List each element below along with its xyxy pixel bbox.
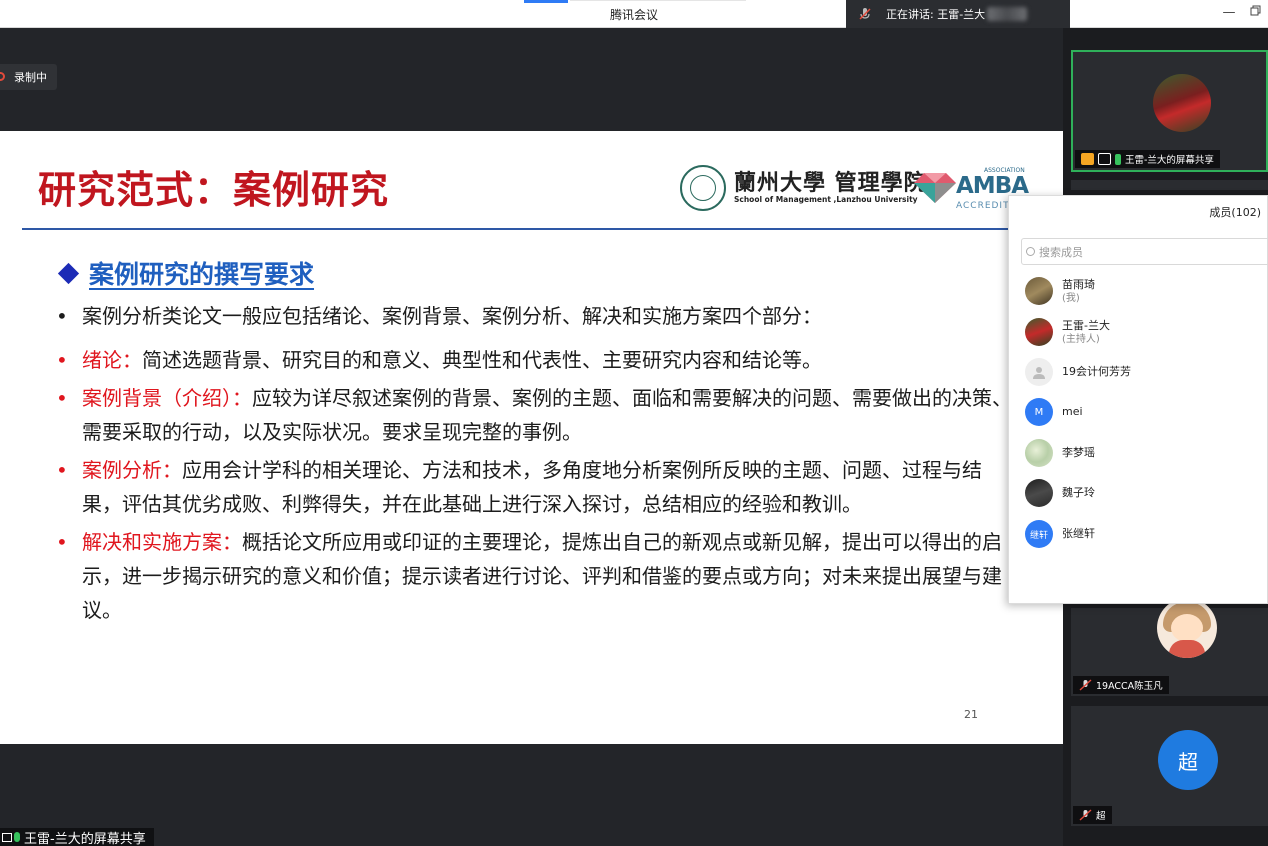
video-tile-participant[interactable]: 19ACCA陈玉凡 — [1071, 598, 1268, 696]
screen-share-icon — [2, 832, 12, 842]
member-item[interactable]: 继轩 张继轩 — [1025, 519, 1095, 549]
member-name: 19会计何芳芳 — [1062, 365, 1131, 378]
bullet-icon: • — [56, 458, 68, 482]
main-stage: 录制中 研究范式：案例研究 蘭州大學 管理學院 School of Manage… — [0, 28, 1063, 846]
member-search-input[interactable]: 搜索成员 — [1021, 238, 1268, 265]
bullet-icon: • — [56, 386, 68, 410]
member-name: 张继轩 — [1062, 527, 1095, 540]
microphone-on-icon — [14, 832, 20, 842]
member-avatar: M — [1025, 398, 1053, 426]
member-avatar — [1025, 439, 1053, 467]
blurred-name — [987, 7, 1028, 21]
subheading-text: 案例研究的撰写要求 — [89, 260, 315, 289]
member-name: 苗雨琦 — [1062, 277, 1095, 291]
amba-diamond-icon — [914, 173, 956, 203]
member-avatar — [1025, 277, 1053, 305]
recording-label: 录制中 — [14, 71, 47, 84]
cartoon-avatar — [1157, 598, 1217, 658]
tab-divider — [570, 0, 746, 1]
screen-share-label: 王雷-兰大的屏幕共享 — [0, 828, 154, 846]
default-avatar-icon — [1025, 358, 1053, 386]
list-item: • 绪论：简述选题背景、研究目的和意义、典型性和代表性、主要研究内容和结论等。 — [56, 343, 1016, 377]
bullet-icon: • — [56, 348, 68, 372]
bullet-icon: • — [56, 530, 68, 554]
member-name: mei — [1062, 405, 1083, 418]
recording-badge[interactable]: 录制中 — [0, 64, 57, 90]
member-avatar: 继轩 — [1025, 520, 1053, 548]
minimize-icon[interactable]: — — [1221, 5, 1237, 20]
screen-share-icon — [1098, 153, 1111, 165]
member-item[interactable]: 苗雨琦 (我) — [1025, 276, 1095, 306]
search-placeholder: 搜索成员 — [1039, 245, 1083, 259]
presenter-avatar — [1153, 74, 1211, 132]
initial-avatar: 超 — [1158, 730, 1218, 790]
slide-title: 研究范式：案例研究 — [38, 167, 390, 212]
bullet-icon: • — [56, 304, 68, 328]
university-seal-icon — [680, 165, 726, 211]
video-tile-label: 19ACCA陈玉凡 — [1073, 676, 1169, 694]
item-term: 案例背景（介绍）： — [82, 386, 252, 410]
member-name: 李梦瑶 — [1062, 446, 1095, 459]
title-divider — [22, 228, 1034, 230]
university-name-en: School of Management ,Lanzhou University — [734, 195, 918, 204]
video-tile-participant[interactable]: 超 超 — [1071, 706, 1268, 826]
member-item[interactable]: M mei — [1025, 397, 1083, 427]
search-icon — [1026, 247, 1035, 256]
microphone-on-icon — [1115, 153, 1121, 165]
video-tile-label: 王雷-兰大的屏幕共享 — [1075, 150, 1220, 168]
member-avatar — [1025, 479, 1053, 507]
member-avatar — [1025, 318, 1053, 346]
intro-paragraph: • 案例分析类论文一般应包括绪论、案例背景、案例分析、解决和实施方案四个部分： — [56, 299, 1016, 333]
item-term: 解决和实施方案： — [82, 530, 242, 554]
list-item: • 案例分析：应用会计学科的相关理论、方法和技术，多角度地分析案例所反映的主题、… — [56, 453, 1016, 521]
item-term: 案例分析： — [82, 458, 182, 482]
member-item[interactable]: 19会计何芳芳 — [1025, 357, 1131, 387]
restore-icon[interactable] — [1247, 5, 1263, 20]
video-tile-presenter[interactable]: 王雷-兰大的屏幕共享 — [1071, 50, 1268, 172]
video-tile-hidden[interactable] — [1071, 180, 1268, 190]
member-name: 王雷-兰大 — [1062, 318, 1110, 332]
recording-dot-icon — [0, 72, 5, 81]
university-name-cn: 蘭州大學 管理學院 — [734, 170, 927, 196]
slide-page-number: 21 — [964, 708, 978, 721]
microphone-muted-icon — [1079, 809, 1092, 821]
list-item: • 解决和实施方案：概括论文所应用或印证的主要理论，提炼出自己的新观点或新见解，… — [56, 525, 1016, 627]
slide-body: • 案例分析类论文一般应包括绪论、案例背景、案例分析、解决和实施方案四个部分： … — [56, 299, 1016, 631]
video-tile-name: 王雷-兰大的屏幕共享 — [1125, 155, 1214, 166]
university-logo: 蘭州大學 管理學院 School of Management ,Lanzhou … — [680, 163, 1030, 215]
item-text: 应用会计学科的相关理论、方法和技术，多角度地分析案例所反映的主题、问题、过程与结… — [82, 458, 982, 516]
window-title: 腾讯会议 — [609, 8, 658, 22]
member-item[interactable]: 王雷-兰大 (主持人) — [1025, 317, 1110, 347]
video-tile-label: 超 — [1073, 806, 1112, 824]
title-bar: 腾讯会议 正在讲话: 王雷-兰大 — — [0, 0, 1268, 28]
video-tile-name: 19ACCA陈玉凡 — [1096, 681, 1163, 692]
screen-share-text: 王雷-兰大的屏幕共享 — [24, 831, 146, 846]
user-icon — [1081, 153, 1094, 165]
list-item: • 案例背景（介绍）：应较为详尽叙述案例的背景、案例的主题、面临和需要解决的问题… — [56, 381, 1016, 449]
active-tab-indicator — [524, 0, 568, 3]
member-role: (主持人) — [1062, 333, 1100, 345]
speaking-indicator: 正在讲话: 王雷-兰大 — [846, 0, 1070, 28]
microphone-icon — [859, 8, 871, 20]
member-name: 魏子玲 — [1062, 486, 1095, 499]
intro-text: 案例分析类论文一般应包括绪论、案例背景、案例分析、解决和实施方案四个部分： — [82, 304, 822, 328]
diamond-bullet-icon — [57, 262, 80, 284]
member-item[interactable]: 魏子玲 — [1025, 478, 1095, 508]
member-role: (我) — [1062, 292, 1080, 304]
item-text: 简述选题背景、研究目的和意义、典型性和代表性、主要研究内容和结论等。 — [142, 348, 822, 372]
microphone-muted-icon — [1079, 679, 1092, 691]
video-tile-name: 超 — [1096, 811, 1106, 822]
shared-slide: 研究范式：案例研究 蘭州大學 管理學院 School of Management… — [0, 131, 1063, 744]
members-panel: 成员(102) 搜索成员 苗雨琦 (我) 王雷-兰大 (主持人) 19会计何芳芳… — [1008, 195, 1268, 604]
members-count: 成员(102) — [1209, 206, 1261, 219]
item-term: 绪论： — [82, 348, 142, 372]
slide-subheading: 案例研究的撰写要求 — [57, 255, 315, 291]
member-item[interactable]: 李梦瑶 — [1025, 438, 1095, 468]
speaking-label: 正在讲话: 王雷-兰大 — [886, 8, 986, 21]
